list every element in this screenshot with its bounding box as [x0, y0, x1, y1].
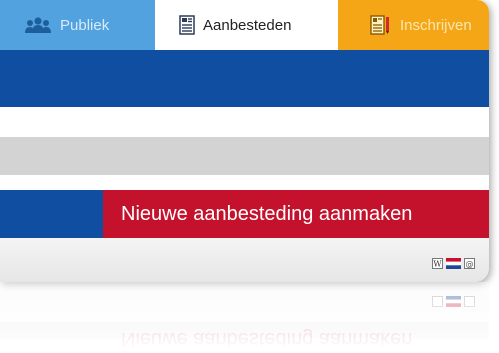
document-pen-icon	[370, 15, 392, 35]
card-reflection: Nieuwe aanbesteding aanmaken	[0, 282, 489, 353]
new-tender-button[interactable]: Nieuwe aanbesteding aanmaken	[103, 190, 489, 238]
reflection-email-icon	[464, 294, 475, 312]
gray-strip	[0, 137, 489, 175]
footer-bar: W @	[0, 238, 489, 282]
reflection-fade	[0, 282, 489, 353]
reflection-flag-icon	[446, 294, 461, 312]
tab-aanbesteden[interactable]: Aanbesteden	[155, 0, 338, 50]
tab-inschrijven-label: Inschrijven	[400, 16, 472, 34]
document-icon	[179, 15, 195, 35]
footer-icons: W @	[432, 256, 475, 274]
tab-bar: Publiek Aanbesteden Inschrijven	[0, 0, 489, 50]
wikipedia-icon[interactable]: W	[432, 256, 443, 274]
email-icon[interactable]: @	[464, 256, 475, 274]
people-icon	[24, 17, 52, 33]
svg-text:W: W	[433, 260, 442, 269]
tab-publiek[interactable]: Publiek	[0, 0, 155, 50]
reflection-background	[0, 282, 489, 353]
dutch-flag-icon[interactable]	[446, 256, 461, 274]
main-panel: Publiek Aanbesteden Inschrijven Nieuwe a…	[0, 0, 489, 282]
tab-inschrijven[interactable]: Inschrijven	[338, 0, 489, 50]
new-tender-button-label: Nieuwe aanbesteding aanmaken	[121, 202, 413, 225]
tab-publiek-label: Publiek	[60, 16, 110, 34]
header-bar	[0, 50, 489, 107]
svg-text:@: @	[466, 260, 474, 269]
reflection-icons	[432, 294, 475, 312]
reflection-wikipedia-icon	[432, 294, 443, 312]
reflection-text: Nieuwe aanbesteding aanmaken	[121, 328, 413, 350]
reflection-line	[0, 322, 489, 338]
tab-aanbesteden-label: Aanbesteden	[203, 16, 292, 34]
